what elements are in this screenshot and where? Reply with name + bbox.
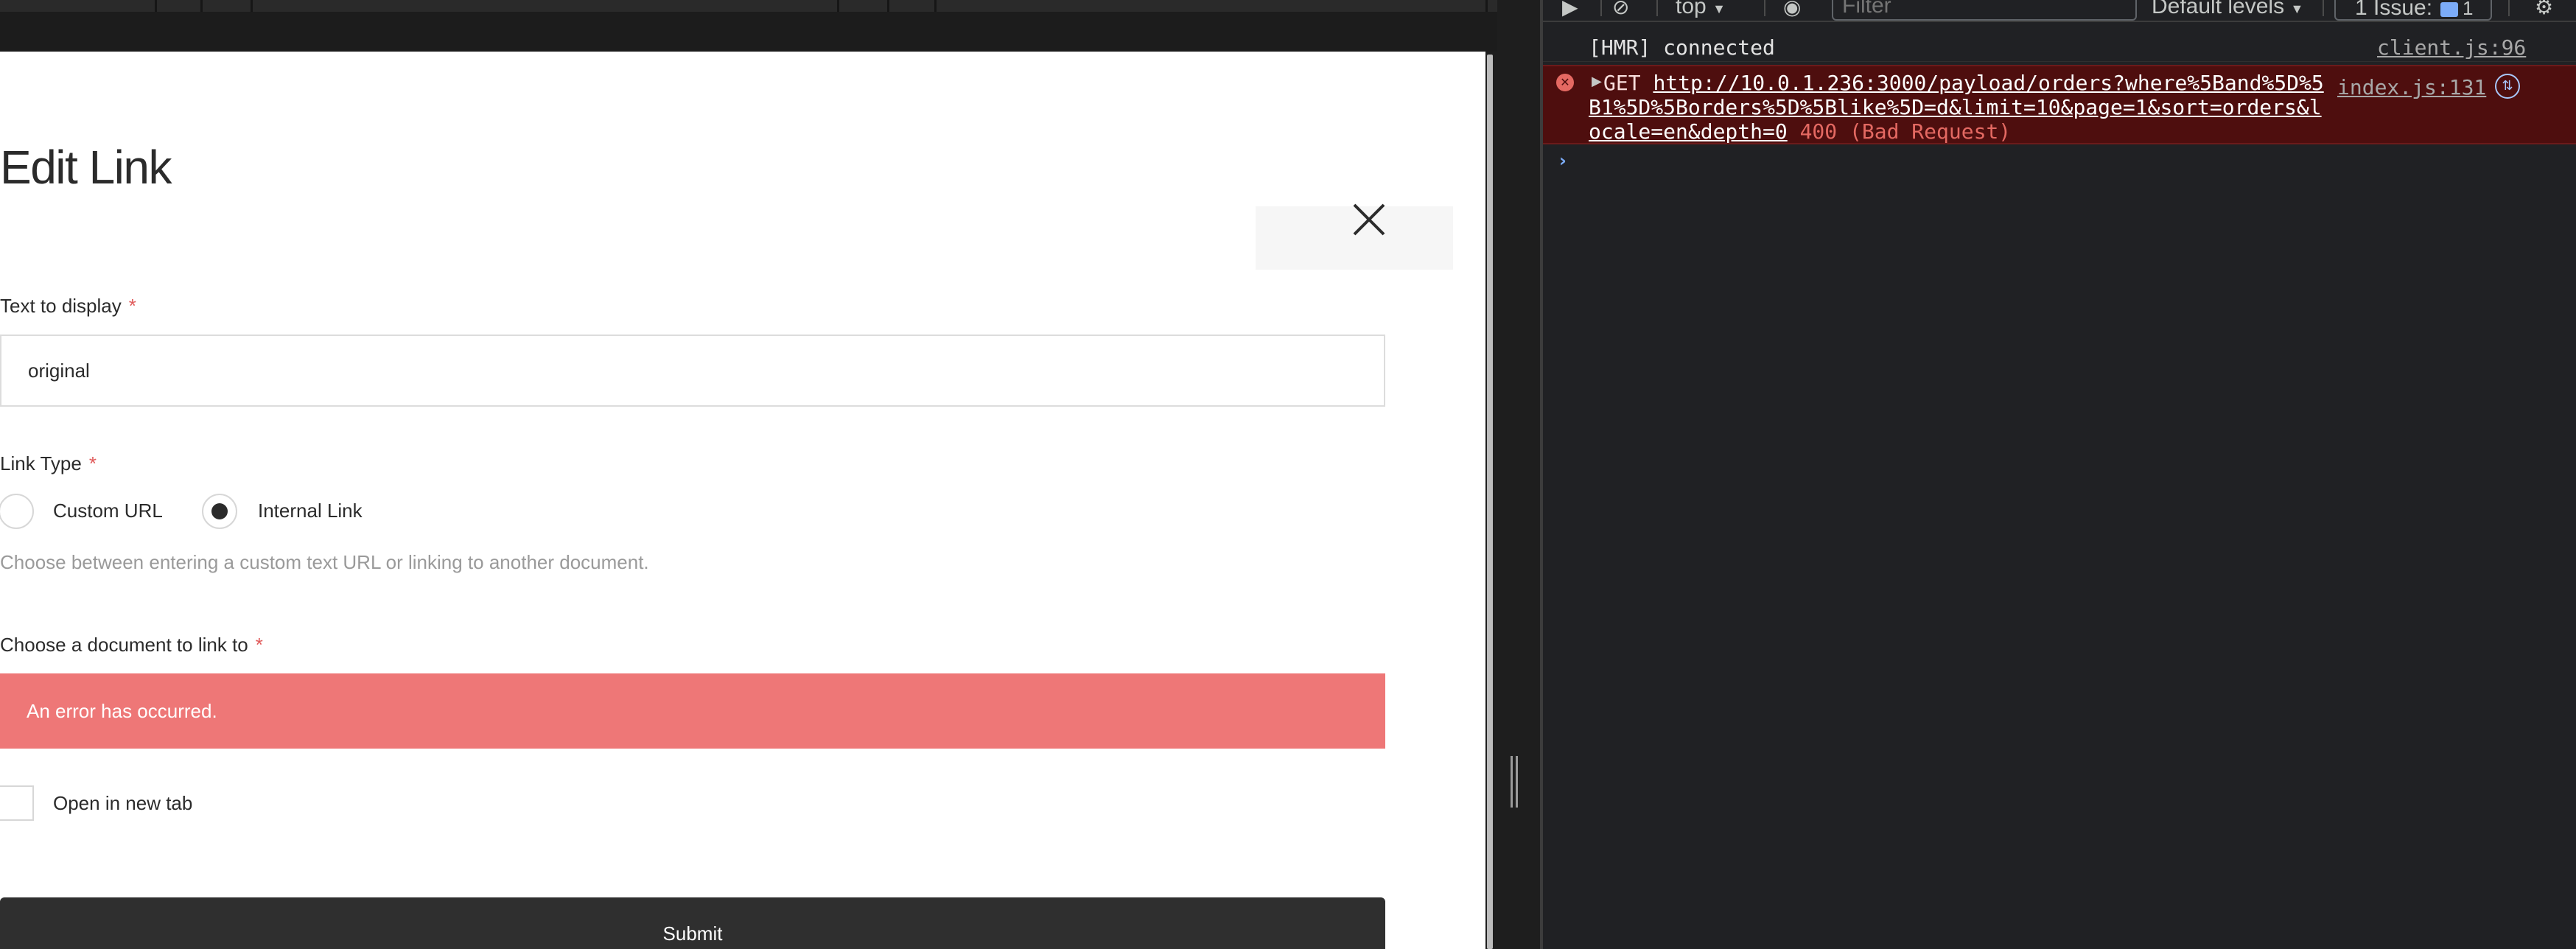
required-mark: * (255, 634, 263, 656)
link-type-description: Choose between entering a custom text UR… (0, 551, 649, 573)
edit-link-modal: Edit Link Text to display * Link Type * Cu… (0, 52, 1485, 949)
toolbar-divider (1600, 0, 1602, 16)
header-divider (934, 0, 937, 12)
link-type-label: Link Type * (0, 452, 97, 475)
document-label: Choose a document to link to * (0, 634, 263, 656)
required-mark: * (128, 295, 136, 317)
toolbar-divider (2508, 0, 2510, 16)
header-divider (251, 0, 253, 12)
text-to-display-input[interactable] (0, 335, 1385, 407)
devtools-resize-handle[interactable] (1509, 756, 1519, 808)
eye-icon[interactable]: ◉ (1783, 0, 1801, 18)
message-icon (2440, 2, 2458, 18)
log-levels-selector[interactable]: Default levels ▼ (2152, 0, 2303, 19)
document-label-text: Choose a document to link to (0, 634, 248, 656)
clear-console-icon[interactable]: ⊘ (1612, 0, 1629, 18)
toolbar-divider (2323, 0, 2324, 16)
header-divider (887, 0, 889, 12)
console-filter-input[interactable] (1832, 0, 2137, 21)
text-to-display-label-text: Text to display (0, 295, 122, 317)
close-button[interactable] (1341, 192, 1397, 248)
log-levels-value: Default levels (2152, 0, 2285, 18)
console-message-log: [HMR] connected client.js:96 (1543, 32, 2576, 62)
console-toolbar: ▶ ⊘ top ▼ ◉ Default levels ▼ 1 Issue: 1 … (1543, 0, 2576, 22)
error-message: An error has occurred. (27, 700, 217, 722)
error-text: GET http://10.0.1.236:3000/payload/order… (1589, 71, 2325, 144)
page-header-bar (0, 0, 1540, 12)
app-viewport: Edit Link Text to display * Link Type * Cu… (0, 0, 1540, 949)
submit-button[interactable]: Submit (0, 897, 1385, 949)
required-mark: * (88, 452, 97, 474)
open-in-new-tab-checkbox[interactable] (0, 785, 34, 821)
log-source-link[interactable]: client.js:96 (2377, 35, 2526, 60)
network-request-icon[interactable]: ⇅ (2495, 74, 2520, 99)
radio-selected-dot (211, 503, 228, 519)
dropdown-arrow-icon: ▼ (2290, 1, 2304, 16)
header-divider (200, 0, 203, 12)
context-value: top (1676, 0, 1707, 18)
issues-count: 1 (2463, 0, 2474, 19)
console-message-error: ✕ ▶ GET http://10.0.1.236:3000/payload/o… (1543, 65, 2576, 144)
context-selector[interactable]: top ▼ (1676, 0, 1726, 19)
custom-url-label: Custom URL (53, 500, 163, 522)
close-icon (1353, 203, 1385, 236)
devtools-panel: ▶ ⊘ top ▼ ◉ Default levels ▼ 1 Issue: 1 … (1543, 0, 2576, 949)
toolbar-divider (1764, 0, 1765, 16)
header-divider (155, 0, 157, 12)
response-status: 400 (Bad Request) (1799, 119, 2012, 144)
internal-link-label: Internal Link (258, 500, 363, 522)
internal-link-radio[interactable] (202, 494, 237, 529)
issues-button[interactable]: 1 Issue: 1 (2334, 0, 2492, 21)
console-prompt[interactable]: › (1559, 150, 1567, 171)
issues-label: 1 Issue: (2355, 0, 2433, 20)
header-divider (1485, 0, 1488, 12)
text-to-display-label: Text to display * (0, 295, 136, 318)
modal-scrollbar-thumb[interactable] (1487, 55, 1493, 949)
dropdown-arrow-icon: ▼ (1712, 1, 1726, 16)
header-divider (837, 0, 839, 12)
open-in-new-tab-label: Open in new tab (53, 792, 193, 814)
page-header-strip (0, 0, 1540, 52)
log-text: [HMR] connected (1589, 35, 1775, 60)
custom-url-radio[interactable] (0, 494, 34, 529)
toolbar-divider (1656, 0, 1658, 16)
modal-title: Edit Link (0, 141, 172, 194)
link-type-label-text: Link Type (0, 452, 82, 474)
request-method: GET (1603, 71, 1641, 95)
gear-icon[interactable]: ⚙ (2535, 0, 2553, 18)
error-icon: ✕ (1556, 74, 1574, 91)
error-source-link[interactable]: index.js:131 (2337, 75, 2486, 99)
issues-badge: 1 (2440, 0, 2473, 20)
document-error-banner: An error has occurred. (0, 673, 1385, 749)
sidebar-toggle-icon[interactable]: ▶ (1562, 0, 1578, 18)
